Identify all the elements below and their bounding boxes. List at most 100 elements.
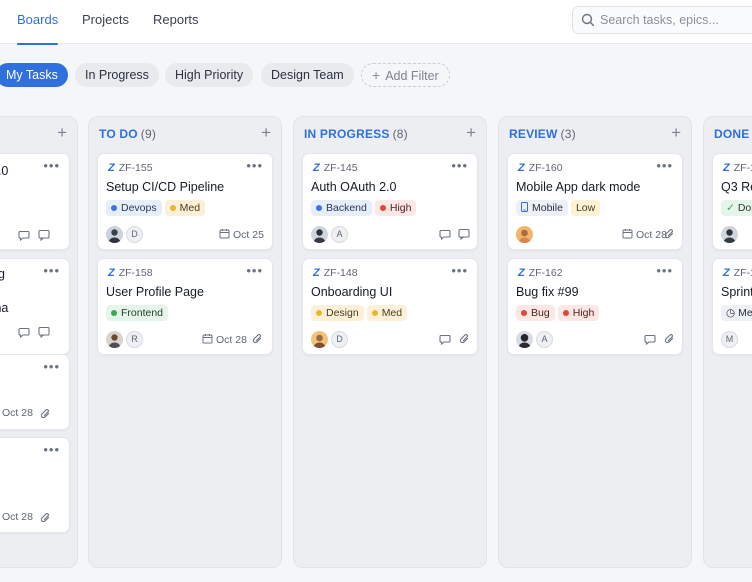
- task-type-icon: Z: [518, 267, 525, 279]
- more-menu-icon[interactable]: •••: [43, 158, 60, 173]
- tag-mobile[interactable]: Mobile: [516, 200, 568, 216]
- more-menu-icon[interactable]: •••: [43, 359, 60, 374]
- attachment-icon[interactable]: [664, 228, 675, 240]
- task-card[interactable]: Z ZF-160 ••• Mobile App dark mode Mobile L…: [507, 153, 683, 250]
- tag-done[interactable]: ✓Don: [721, 200, 752, 216]
- task-card[interactable]: ZZF-1 Q3 Re ✓Don: [712, 153, 752, 250]
- more-menu-icon[interactable]: •••: [656, 158, 673, 173]
- more-menu-icon[interactable]: •••: [656, 263, 673, 278]
- attachment-icon[interactable]: [664, 333, 675, 345]
- card-title: Auth OAuth 2.0: [311, 180, 397, 194]
- more-menu-icon[interactable]: •••: [451, 263, 468, 278]
- tag-priority[interactable]: High: [557, 305, 600, 321]
- column-title: TO DO (9): [99, 127, 157, 141]
- attachment-icon[interactable]: [40, 408, 51, 420]
- avatar[interactable]: [311, 331, 328, 348]
- task-card[interactable]: ZZF-1 Sprint ◷Mee M: [712, 258, 752, 355]
- tab-reports[interactable]: Reports: [153, 0, 199, 44]
- avatar-initial[interactable]: A: [536, 331, 553, 348]
- tag-bug[interactable]: Bug: [516, 305, 555, 321]
- task-card[interactable]: Z ZF-148 ••• Onboarding UI Design Med D: [302, 258, 478, 355]
- filter-my-tasks[interactable]: My Tasks: [0, 63, 68, 87]
- chat-icon[interactable]: [38, 229, 50, 241]
- tag-frontend[interactable]: Frontend: [106, 305, 169, 321]
- avatar[interactable]: [721, 226, 738, 243]
- add-card-plus-icon[interactable]: +: [57, 123, 67, 143]
- avatar[interactable]: [516, 331, 533, 348]
- card-title: Setup CI/CD Pipeline: [106, 180, 225, 194]
- tag-meeting[interactable]: ◷Mee: [721, 305, 752, 321]
- attachment-icon[interactable]: [252, 333, 263, 345]
- tag-priority[interactable]: Med: [164, 200, 206, 216]
- task-card[interactable]: Z ZF-158 ••• User Profile Page Frontend R…: [97, 258, 273, 355]
- due-date: Oct 25: [219, 228, 264, 241]
- tab-boards[interactable]: Boards: [17, 0, 59, 45]
- task-card[interactable]: Z ZF-155 ••• Setup CI/CD Pipeline Devops M…: [97, 153, 273, 250]
- task-type-icon: Z: [108, 267, 115, 279]
- card-id: ZZF-1: [723, 162, 752, 174]
- add-card-plus-icon[interactable]: +: [671, 123, 681, 143]
- task-card[interactable]: ••• ng ma: [0, 258, 70, 355]
- tag-priority[interactable]: Low: [570, 200, 601, 216]
- more-menu-icon[interactable]: •••: [43, 263, 60, 278]
- card-footer: A: [516, 331, 674, 349]
- comment-icon[interactable]: [18, 326, 30, 338]
- tag-priority[interactable]: High: [374, 200, 417, 216]
- attachment-icon[interactable]: [40, 512, 51, 524]
- comment-icon[interactable]: [18, 229, 30, 241]
- tag-backend[interactable]: Backend: [311, 200, 372, 216]
- column-done-clip: DONE ZZF-1 Q3 Re ✓Don ZZF-1 Sprint ◷Mee …: [703, 116, 752, 568]
- calendar-icon: [202, 334, 213, 344]
- column-count: (9): [140, 127, 157, 141]
- avatar[interactable]: [516, 226, 533, 243]
- avatar-initial[interactable]: R: [126, 331, 143, 348]
- task-card[interactable]: Z ZF-162 ••• Bug fix #99 Bug High A: [507, 258, 683, 355]
- mobile-device-icon: [521, 202, 528, 212]
- add-card-plus-icon[interactable]: +: [261, 123, 271, 143]
- filter-design-team[interactable]: Design Team: [261, 63, 354, 87]
- avatar[interactable]: [106, 331, 123, 348]
- clock-icon: ◷: [726, 307, 736, 319]
- chat-icon[interactable]: [38, 326, 50, 338]
- attachment-icon[interactable]: [459, 333, 470, 345]
- task-type-icon: Z: [313, 162, 320, 174]
- card-id: ZZF-1: [723, 267, 752, 279]
- more-menu-icon[interactable]: •••: [246, 263, 263, 278]
- comment-icon[interactable]: [644, 333, 656, 345]
- avatar[interactable]: [106, 226, 123, 243]
- comment-icon[interactable]: [439, 333, 451, 345]
- more-menu-icon[interactable]: •••: [451, 158, 468, 173]
- comment-icon[interactable]: [439, 228, 451, 240]
- avatar-initial[interactable]: A: [331, 226, 348, 243]
- column-done: DONE ZZF-1 Q3 Re ✓Don ZZF-1 Sprint ◷Mee …: [703, 116, 752, 568]
- task-card[interactable]: Z ZF-145 ••• Auth OAuth 2.0 Backend High A: [302, 153, 478, 250]
- filter-high-priority[interactable]: High Priority: [165, 63, 254, 87]
- card-title: Mobile App dark mode: [516, 180, 641, 194]
- more-menu-icon[interactable]: •••: [246, 158, 263, 173]
- tag-priority[interactable]: Med: [366, 305, 408, 321]
- more-menu-icon[interactable]: •••: [43, 442, 60, 457]
- tag-design[interactable]: Design: [311, 305, 364, 321]
- card-id: Z ZF-158: [108, 267, 153, 279]
- search-box[interactable]: [572, 6, 752, 34]
- filter-in-progress[interactable]: In Progress: [75, 63, 159, 87]
- tab-projects[interactable]: Projects: [82, 0, 129, 44]
- chat-icon[interactable]: [458, 228, 470, 240]
- add-filter-button[interactable]: + Add Filter: [361, 63, 450, 87]
- column-in-progress: IN PROGRESS (8) + Z ZF-145 ••• Auth OAuth …: [293, 116, 487, 568]
- card-title-line2: ma: [0, 301, 9, 315]
- tag-devops[interactable]: Devops: [106, 200, 162, 216]
- avatar-initial[interactable]: D: [331, 331, 348, 348]
- avatar-initial[interactable]: M: [721, 331, 738, 348]
- card-title-line1: ng: [0, 267, 5, 281]
- avatar[interactable]: [311, 226, 328, 243]
- task-card[interactable]: ••• Oct 28: [0, 354, 70, 430]
- avatar-initial[interactable]: D: [126, 226, 143, 243]
- due-date: Oct 28: [202, 333, 247, 346]
- add-card-plus-icon[interactable]: +: [466, 123, 476, 143]
- search-input[interactable]: [600, 9, 750, 31]
- card-footer: D: [311, 331, 469, 349]
- card-id: Z ZF-155: [108, 162, 153, 174]
- task-card[interactable]: ••• Oct 28: [0, 437, 70, 533]
- task-card[interactable]: ••• 2.0: [0, 153, 70, 250]
